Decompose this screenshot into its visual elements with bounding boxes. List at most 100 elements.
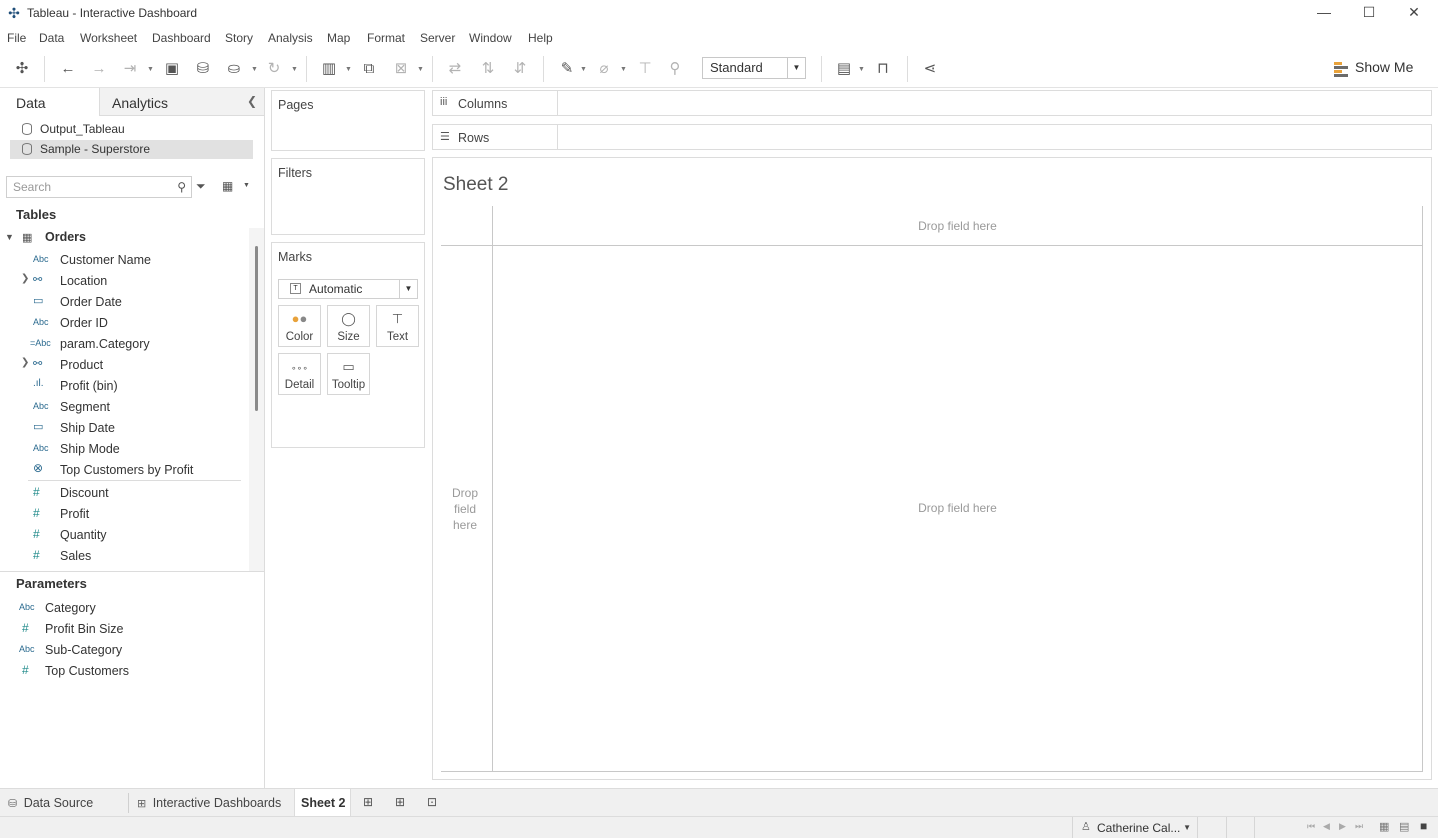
filmstrip-view-icon[interactable]: ▤	[1399, 820, 1409, 833]
share-icon[interactable]: ⋖	[919, 58, 941, 80]
menu-story[interactable]: Story	[225, 31, 253, 45]
save-icon[interactable]: ▣	[161, 58, 183, 80]
previous-sheet-icon[interactable]: ◀	[1323, 821, 1330, 832]
labels-icon[interactable]: ⊤	[634, 58, 656, 80]
refresh-icon[interactable]: ↻	[263, 58, 285, 80]
parameter-item[interactable]: # Top Customers	[0, 661, 250, 682]
undo-icon[interactable]: ←	[57, 58, 79, 80]
show-cards-icon[interactable]: ▤	[833, 58, 855, 80]
view-options-icon[interactable]: ▦	[222, 179, 233, 193]
tab-data[interactable]: Data	[0, 88, 100, 116]
fit-select[interactable]: Standard ▼	[702, 57, 806, 79]
scrollbar-thumb[interactable]	[255, 246, 258, 411]
new-worksheet-icon[interactable]: ⊞	[359, 795, 377, 811]
menu-data[interactable]: Data	[39, 31, 64, 45]
redo-icon[interactable]: →	[88, 58, 110, 80]
collapse-pane-icon[interactable]: ❮	[247, 94, 257, 108]
filter-icon[interactable]: ⏷	[196, 179, 206, 194]
field-item[interactable]: # Sales	[0, 546, 248, 567]
new-story-icon[interactable]: ⊡	[423, 795, 441, 811]
field-item[interactable]: # Profit	[0, 504, 248, 525]
marks-type-select[interactable]: T Automatic ▼	[278, 279, 418, 299]
sort-ascending-icon[interactable]: ⇅	[477, 58, 499, 80]
text-button[interactable]: ⊤ Text	[376, 305, 419, 347]
pin-icon[interactable]: ⚲	[664, 58, 686, 80]
datasource-item[interactable]: Output_Tableau	[10, 120, 253, 139]
chevron-right-icon[interactable]: ❯	[21, 357, 29, 368]
show-cards-caret-icon[interactable]: ▼	[858, 66, 865, 73]
chevron-right-icon[interactable]: ❯	[21, 273, 29, 284]
field-item[interactable]: # Discount	[0, 483, 248, 504]
field-item[interactable]: ❯ ⚯ Product	[0, 355, 248, 376]
menu-window[interactable]: Window	[469, 31, 512, 45]
new-dashboard-icon[interactable]: ⊞	[391, 795, 409, 811]
menu-help[interactable]: Help	[528, 31, 553, 45]
filters-card[interactable]: Filters	[271, 158, 425, 235]
field-item[interactable]: ▭ Ship Date	[0, 418, 248, 439]
new-worksheet-icon[interactable]: ▥	[318, 58, 340, 80]
tooltip-button[interactable]: ▭ Tooltip	[327, 353, 370, 395]
minimize-button[interactable]: —	[1301, 0, 1347, 26]
menu-dashboard[interactable]: Dashboard	[152, 31, 211, 45]
pages-card[interactable]: Pages	[271, 90, 425, 151]
menu-map[interactable]: Map	[327, 31, 350, 45]
replay-icon[interactable]: ⇥	[119, 58, 141, 80]
parameter-item[interactable]: # Profit Bin Size	[0, 619, 250, 640]
datasource-item-selected[interactable]: Sample - Superstore	[10, 140, 253, 159]
columns-shelf[interactable]: iii Columns	[432, 90, 1432, 116]
first-sheet-icon[interactable]: ⏮	[1307, 821, 1315, 832]
parameter-item[interactable]: Abc Category	[0, 598, 250, 619]
tab-analytics[interactable]: Analytics	[100, 88, 264, 116]
field-item[interactable]: Abc Order ID	[0, 313, 248, 334]
tab-view-icon[interactable]: ■	[1420, 819, 1427, 833]
field-item[interactable]: ⊗ Top Customers by Profit	[0, 460, 248, 481]
detail-button[interactable]: ∘∘∘ Detail	[278, 353, 321, 395]
highlight-icon[interactable]: ✎	[556, 58, 578, 80]
menu-server[interactable]: Server	[420, 31, 455, 45]
search-input[interactable]: Search ⚲	[6, 176, 192, 198]
next-sheet-icon[interactable]: ▶	[1339, 821, 1346, 832]
fields-scrollbar[interactable]	[249, 228, 264, 571]
new-datasource-icon[interactable]: ⛁	[192, 58, 214, 80]
duplicate-sheet-icon[interactable]: ⧉	[358, 58, 380, 80]
replay-caret-icon[interactable]: ▼	[147, 66, 154, 73]
field-item[interactable]: ▭ Order Date	[0, 292, 248, 313]
menu-format[interactable]: Format	[367, 31, 405, 45]
group-caret-icon[interactable]: ▼	[620, 66, 627, 73]
chevron-down-icon[interactable]: ▼	[5, 232, 14, 242]
field-item[interactable]: =Abc param.Category	[0, 334, 248, 355]
size-button[interactable]: ◯ Size	[327, 305, 370, 347]
clear-caret-icon[interactable]: ▼	[417, 66, 424, 73]
tab-data-source[interactable]: ⛁ Data Source	[8, 789, 128, 817]
menu-worksheet[interactable]: Worksheet	[80, 31, 137, 45]
datasource-caret-icon[interactable]: ▼	[251, 66, 258, 73]
swap-icon[interactable]: ⇄	[444, 58, 466, 80]
table-name[interactable]: Orders	[45, 230, 86, 244]
maximize-button[interactable]: ☐	[1346, 0, 1392, 26]
field-item[interactable]: ❯ ⚯ Location	[0, 271, 248, 292]
sheet-title[interactable]: Sheet 2	[443, 174, 509, 196]
tab-interactive-dashboards[interactable]: ⊞ Interactive Dashboards	[137, 789, 287, 817]
show-me-button[interactable]: Show Me	[1330, 59, 1413, 79]
tab-sheet-2[interactable]: Sheet 2	[294, 789, 351, 817]
refresh-caret-icon[interactable]: ▼	[291, 66, 298, 73]
sort-descending-icon[interactable]: ⇵	[509, 58, 531, 80]
drop-field-rows[interactable]: Drop field here	[445, 485, 485, 533]
menu-analysis[interactable]: Analysis	[268, 31, 313, 45]
drop-field-columns[interactable]: Drop field here	[493, 219, 1422, 233]
color-button[interactable]: ●● Color	[278, 305, 321, 347]
menu-file[interactable]: File	[7, 31, 26, 45]
presentation-icon[interactable]: ⊓	[872, 58, 894, 80]
clear-sheet-icon[interactable]: ⊠	[390, 58, 412, 80]
field-item[interactable]: Abc Customer Name	[0, 250, 248, 271]
field-item[interactable]: Abc Segment	[0, 397, 248, 418]
close-button[interactable]: ✕	[1391, 0, 1437, 26]
group-icon[interactable]: ⌀	[593, 58, 615, 80]
highlight-caret-icon[interactable]: ▼	[580, 66, 587, 73]
datasource-icon[interactable]: ⛀	[223, 58, 245, 80]
field-item[interactable]: .ıl. Profit (bin)	[0, 376, 248, 397]
field-item[interactable]: # Quantity	[0, 525, 248, 546]
rows-shelf[interactable]: ☰ Rows	[432, 124, 1432, 150]
user-menu[interactable]: ♙ Catherine Cal... ▼	[1072, 817, 1198, 838]
parameter-item[interactable]: Abc Sub-Category	[0, 640, 250, 661]
